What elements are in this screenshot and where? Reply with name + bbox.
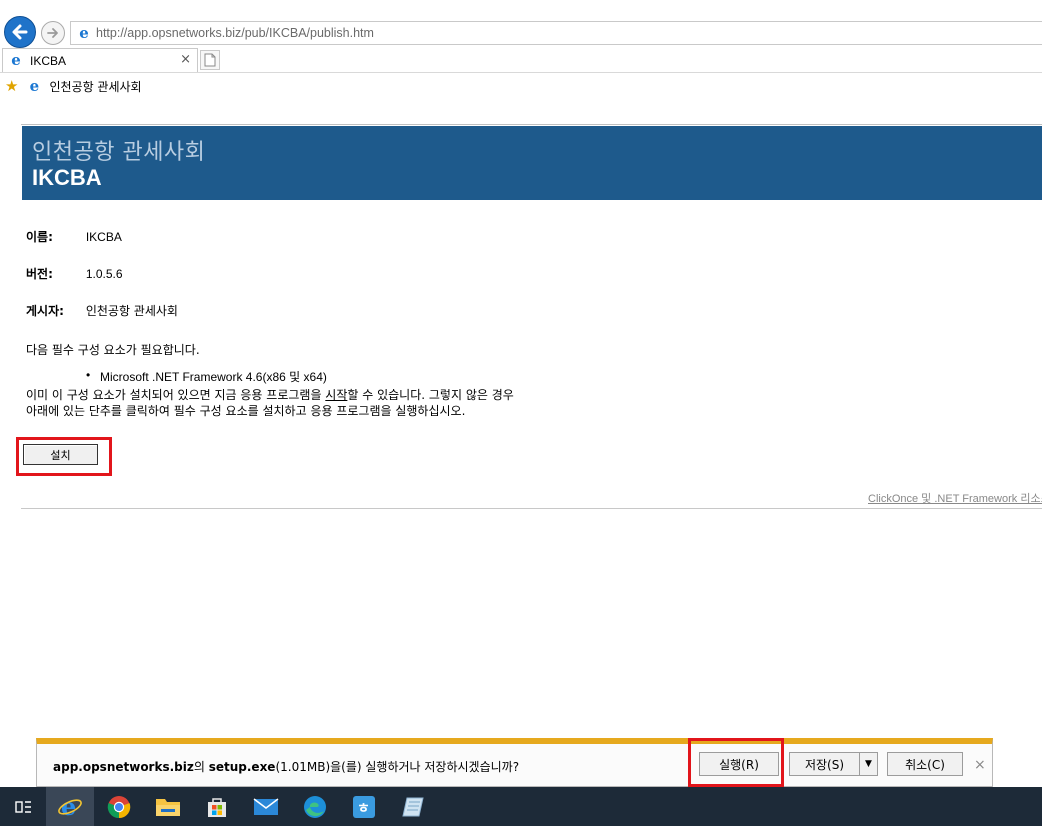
prereq-item: Microsoft .NET Framework 4.6(x86 및 x64) bbox=[86, 368, 327, 385]
download-message: app.opsnetworks.biz의 setup.exe(1.01MB)을(… bbox=[53, 758, 519, 775]
note-text-before: 이미 이 구성 요소가 설치되어 있으면 지금 응용 프로그램을 bbox=[26, 388, 326, 402]
bottom-divider bbox=[21, 508, 1042, 509]
tab-title: IKCBA bbox=[30, 53, 67, 68]
name-value: IKCBA bbox=[85, 230, 122, 244]
install-button[interactable]: 설치 bbox=[23, 444, 98, 465]
tab-strip: e IKCBA × bbox=[0, 48, 1042, 73]
prereq-intro: 다음 필수 구성 요소가 필요합니다. bbox=[26, 343, 200, 357]
download-file: setup.exe bbox=[208, 760, 276, 774]
new-tab-button[interactable] bbox=[200, 50, 220, 70]
taskbar-notebook[interactable] bbox=[389, 787, 437, 826]
note-text-after: 할 수 있습니다. 그렇지 않은 경우 bbox=[347, 388, 514, 402]
address-bar[interactable]: e http://app.opsnetworks.biz/pub/IKCBA/p… bbox=[70, 21, 1042, 45]
version-value: 1.0.5.6 bbox=[85, 267, 123, 281]
tab-ikcba[interactable]: e IKCBA × bbox=[2, 48, 198, 72]
navigation-bar: e http://app.opsnetworks.biz/pub/IKCBA/p… bbox=[0, 0, 1042, 48]
save-dropdown-button[interactable]: ▼ bbox=[859, 752, 878, 776]
url-text[interactable]: http://app.opsnetworks.biz/pub/IKCBA/pub… bbox=[96, 26, 374, 40]
notebook-icon bbox=[402, 797, 424, 816]
top-divider bbox=[21, 124, 1042, 125]
svg-text:ㅎ: ㅎ bbox=[357, 801, 370, 817]
resources-link[interactable]: ClickOnce 및 .NET Framework 리소스 bbox=[868, 490, 1042, 506]
publisher-value: 인천공항 관세사회 bbox=[85, 304, 178, 318]
version-row: 버전: 1.0.5.6 bbox=[26, 265, 123, 282]
download-particle: 의 bbox=[193, 760, 209, 774]
favorite-ie-icon: e bbox=[29, 76, 40, 95]
svg-text:e: e bbox=[61, 794, 76, 820]
taskbar-mail[interactable] bbox=[242, 787, 290, 826]
chrome-icon bbox=[107, 795, 131, 818]
store-icon bbox=[208, 797, 226, 817]
taskbar-store[interactable] bbox=[193, 787, 241, 826]
save-button[interactable]: 저장(S) bbox=[789, 752, 859, 776]
download-size-text: (1.01MB)을(를) 실행하거나 저장하시겠습니까? bbox=[275, 760, 520, 774]
ie-page-icon: e bbox=[79, 23, 89, 42]
taskbar-ie[interactable]: e bbox=[46, 787, 94, 826]
launch-link[interactable]: 시작 bbox=[325, 388, 347, 402]
internet-explorer-icon: e bbox=[58, 794, 82, 820]
download-site: app.opsnetworks.biz bbox=[53, 760, 194, 774]
publisher-label: 게시자: bbox=[26, 304, 64, 318]
taskbar-hancom[interactable]: ㅎ bbox=[340, 787, 388, 826]
task-view-icon bbox=[15, 800, 31, 813]
ie-tab-icon: e bbox=[11, 51, 21, 69]
favorite-link[interactable]: 인천공항 관세사회 bbox=[49, 78, 141, 95]
close-icon[interactable]: × bbox=[974, 757, 986, 773]
favorites-star-icon[interactable]: ★ bbox=[5, 77, 18, 95]
mail-icon bbox=[253, 797, 279, 815]
publish-banner: 인천공항 관세사회 IKCBA bbox=[22, 126, 1042, 200]
edge-icon bbox=[304, 795, 326, 818]
favorites-bar: ★ e 인천공항 관세사회 bbox=[0, 73, 1042, 99]
tab-close-icon[interactable]: × bbox=[180, 52, 191, 67]
note-line-2: 아래에 있는 단추를 클릭하여 필수 구성 요소를 설치하고 응용 프로그램을 … bbox=[26, 404, 466, 418]
run-highlight bbox=[688, 738, 784, 787]
hancom-icon: ㅎ bbox=[353, 795, 375, 818]
task-view-button[interactable] bbox=[0, 787, 48, 826]
forward-button[interactable] bbox=[41, 21, 65, 45]
version-label: 버전: bbox=[26, 267, 53, 281]
banner-publisher: 인천공항 관세사회 bbox=[32, 140, 206, 165]
download-notification-bar: app.opsnetworks.biz의 setup.exe(1.01MB)을(… bbox=[36, 738, 993, 787]
taskbar-file-explorer[interactable] bbox=[144, 787, 192, 826]
new-tab-icon bbox=[204, 53, 216, 67]
taskbar-chrome[interactable] bbox=[95, 787, 143, 826]
taskbar: e ㅎ bbox=[0, 787, 1042, 826]
folder-icon bbox=[156, 798, 180, 816]
name-label: 이름: bbox=[26, 230, 53, 244]
publisher-row: 게시자: 인천공항 관세사회 bbox=[26, 302, 178, 319]
note-line-1: 이미 이 구성 요소가 설치되어 있으면 지금 응용 프로그램을 시작할 수 있… bbox=[26, 386, 514, 403]
arrow-right-icon bbox=[47, 28, 58, 38]
cancel-button[interactable]: 취소(C) bbox=[887, 752, 963, 776]
name-row: 이름: IKCBA bbox=[26, 228, 122, 245]
arrow-left-icon bbox=[12, 24, 28, 40]
back-button[interactable] bbox=[4, 16, 36, 48]
banner-title: IKCBA bbox=[32, 165, 102, 190]
taskbar-edge[interactable] bbox=[291, 787, 339, 826]
